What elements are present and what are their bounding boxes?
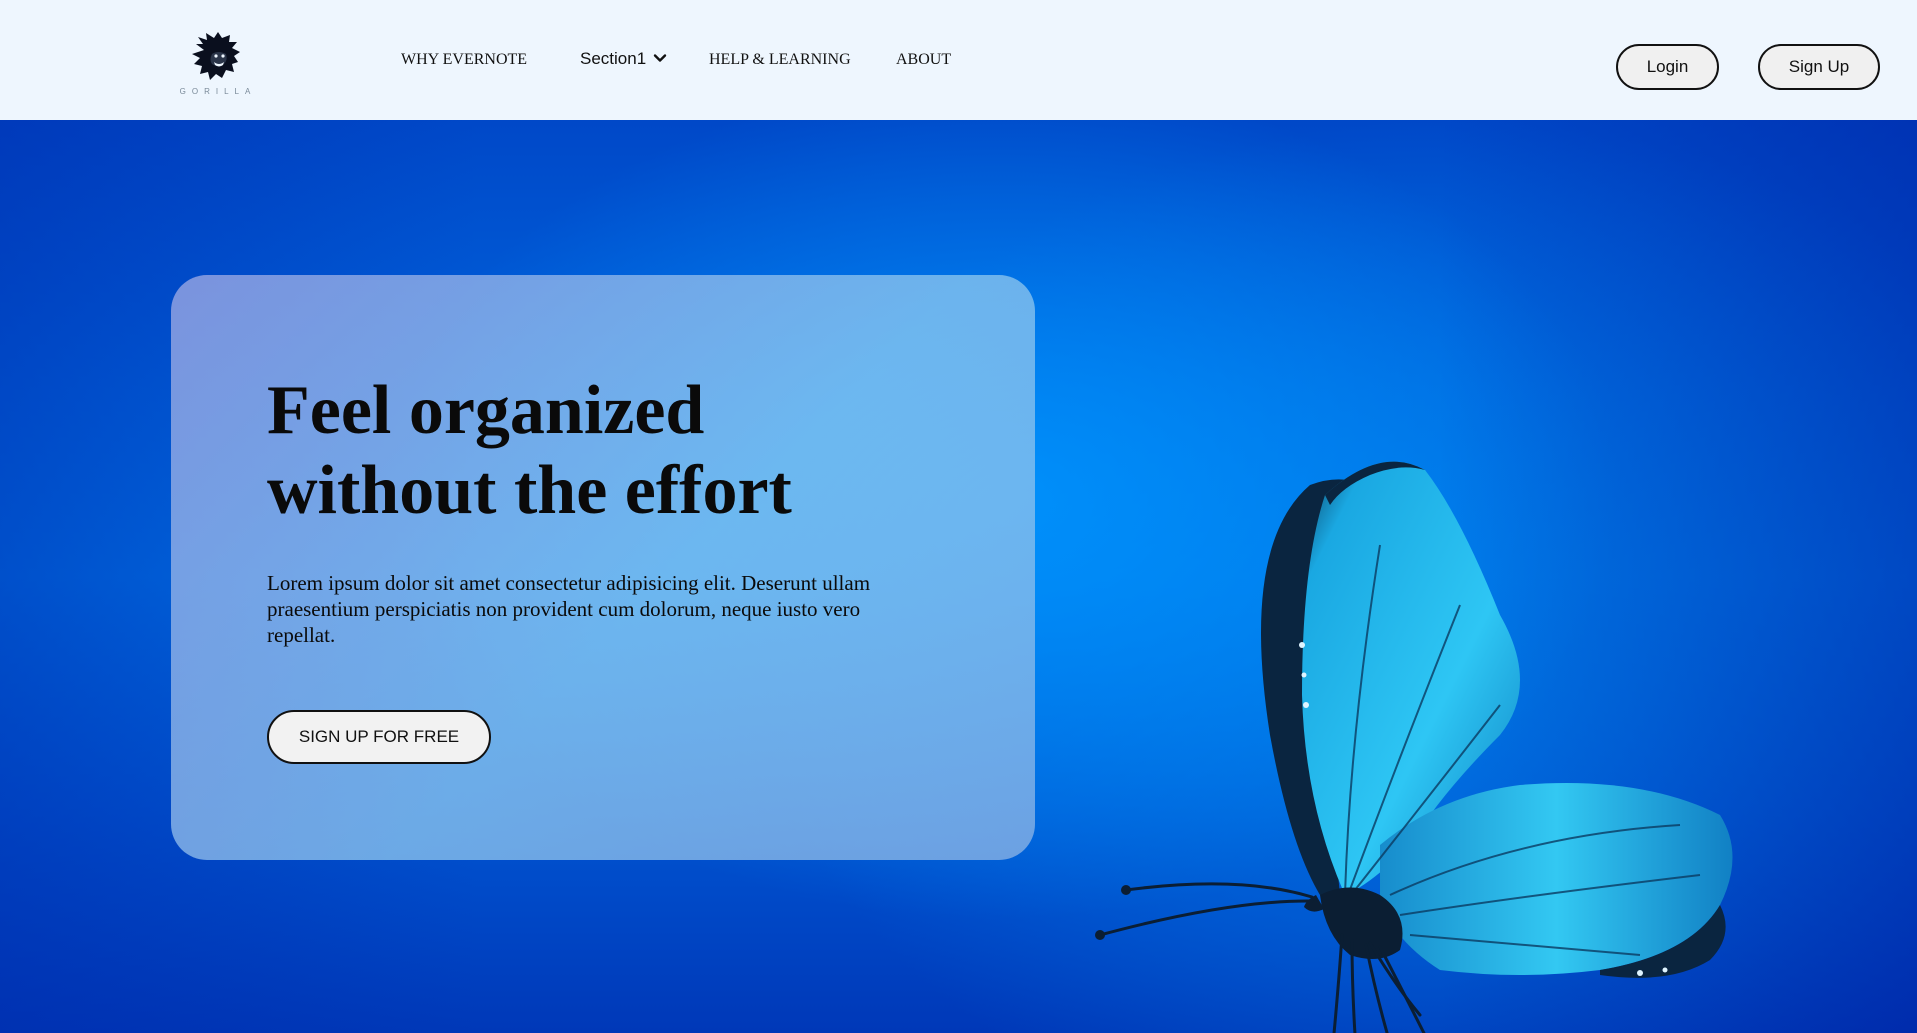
butterfly-illustration bbox=[1080, 375, 1780, 1033]
hero-section: Feel organized without the effort Lorem … bbox=[0, 120, 1917, 1033]
logo-wordmark: GORILLA bbox=[179, 87, 257, 96]
nav-link-about[interactable]: ABOUT bbox=[896, 50, 951, 70]
hero-description: Lorem ipsum dolor sit amet consectetur a… bbox=[267, 571, 871, 647]
gorilla-logo-icon[interactable]: GORILLA bbox=[176, 30, 260, 102]
hero-headline: Feel organized without the effort bbox=[267, 372, 792, 529]
nav-dropdown-label: Section1 bbox=[580, 49, 647, 68]
nav-link-why-evernote[interactable]: WHY EVERNOTE bbox=[401, 50, 527, 70]
signup-for-free-button[interactable]: SIGN UP FOR FREE bbox=[267, 710, 491, 764]
hero-card: Feel organized without the effort Lorem … bbox=[171, 275, 1035, 860]
top-navbar: GORILLA WHY EVERNOTE Section1 HELP & LEA… bbox=[0, 0, 1917, 120]
signup-button[interactable]: Sign Up bbox=[1758, 44, 1880, 90]
nav-link-help-learning[interactable]: HELP & LEARNING bbox=[709, 50, 851, 70]
nav-dropdown-section1[interactable]: Section1 bbox=[580, 49, 667, 69]
chevron-down-icon bbox=[653, 50, 667, 64]
login-button[interactable]: Login bbox=[1616, 44, 1719, 90]
